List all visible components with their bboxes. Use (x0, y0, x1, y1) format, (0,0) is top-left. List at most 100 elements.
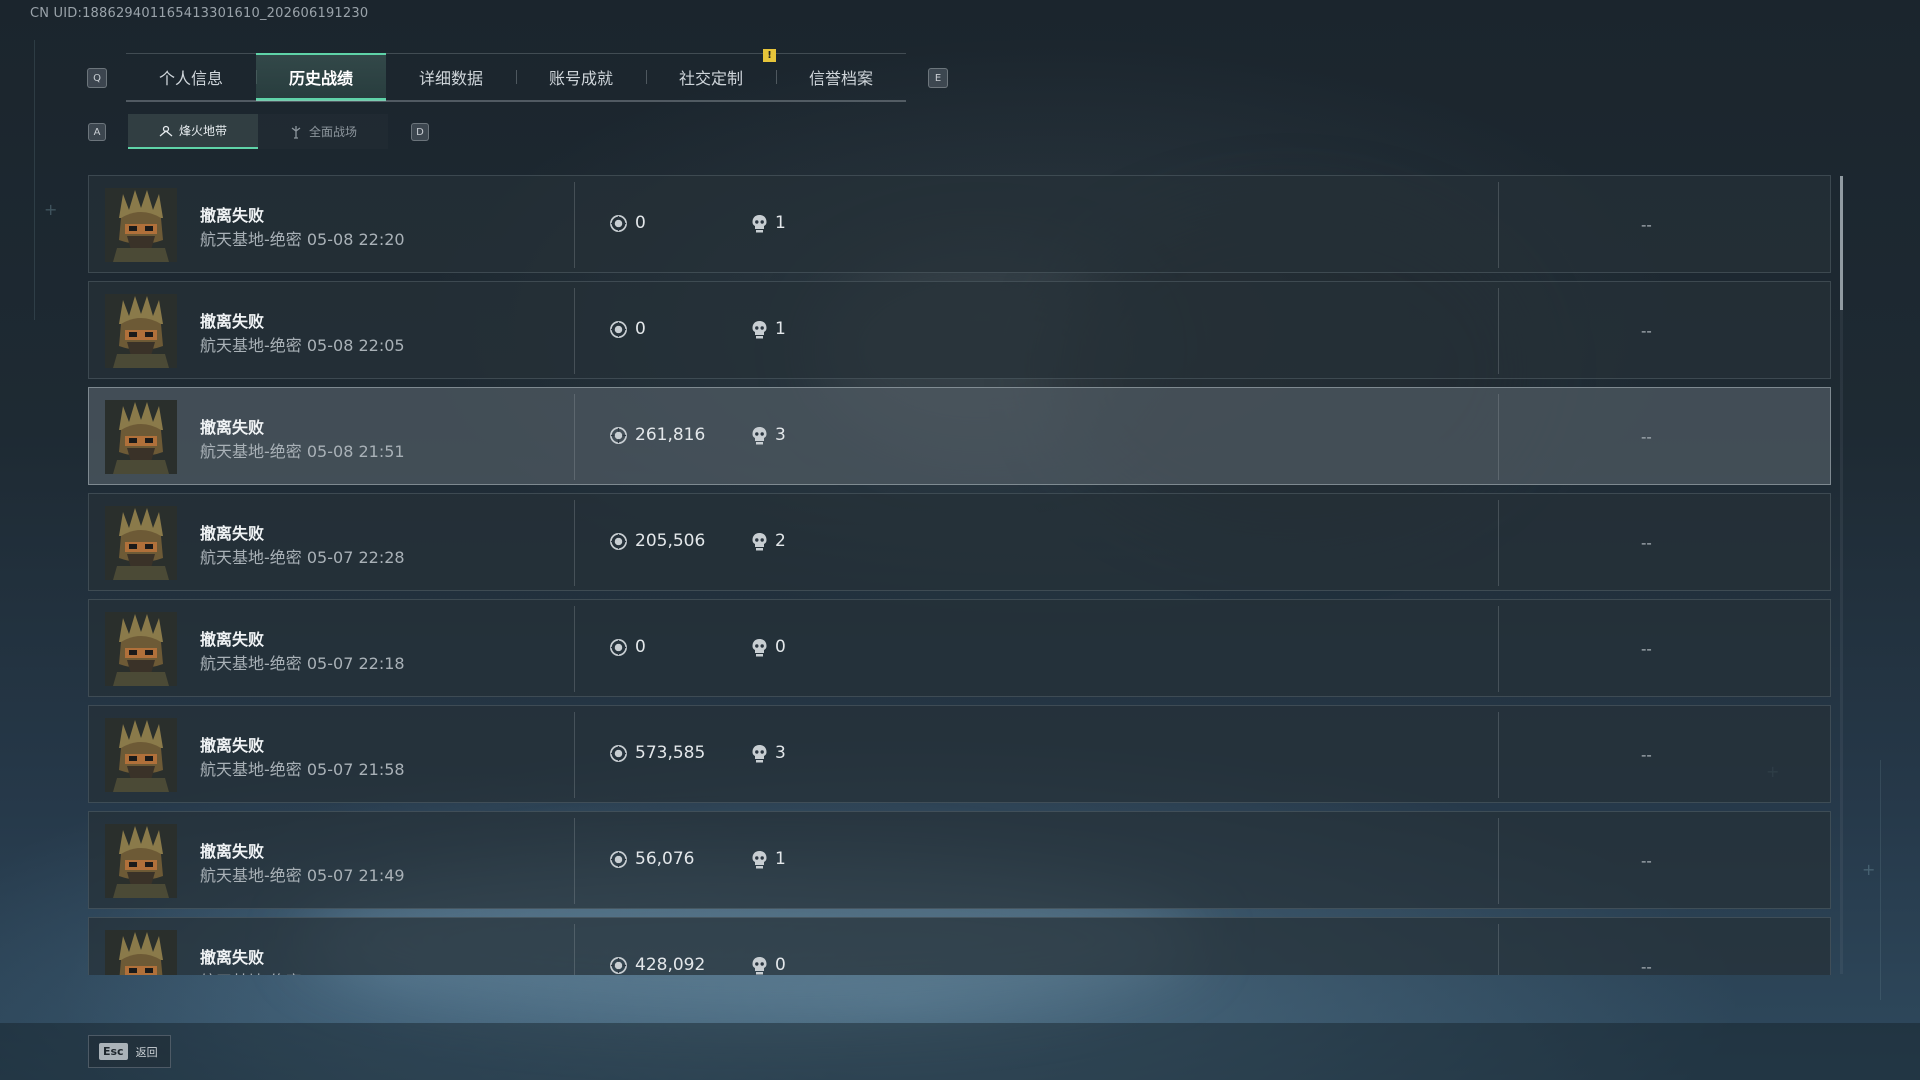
subtab-label: 全面战场 (308, 125, 357, 139)
skull-icon (752, 321, 767, 339)
match-kills: 3 (775, 425, 786, 445)
match-value: 573,585 (635, 743, 706, 763)
skull-icon (752, 533, 767, 551)
operator-avatar (105, 824, 177, 898)
match-result: 撤离失败 (200, 736, 265, 755)
operator-avatar (105, 188, 177, 262)
match-map: 航天基地-绝密 (200, 442, 302, 461)
row-divider (1498, 606, 1499, 692)
match-row[interactable]: 撤离失败 航天基地-绝密 05-08 22:20 0 1 -- (88, 175, 1831, 273)
match-value: 0 (635, 319, 646, 339)
key-hint-e: E (928, 68, 948, 88)
match-map: 航天基地-绝密 (200, 760, 302, 779)
row-divider (1498, 394, 1499, 480)
match-map-time: 航天基地-绝密 05-07 21:58 (200, 756, 405, 780)
match-kills: 0 (775, 955, 786, 975)
coin-icon (610, 215, 627, 232)
coin-icon (610, 957, 627, 974)
row-divider (1498, 288, 1499, 374)
match-kills: 1 (775, 849, 786, 869)
row-divider (574, 394, 575, 480)
match-map: 航天基地-绝密 (200, 654, 302, 673)
row-divider (574, 818, 575, 904)
operator-avatar (105, 718, 177, 792)
subtab-full-battlefield[interactable]: 全面战场 (258, 114, 388, 149)
subtab-flame-zone[interactable]: 烽火地带 (128, 114, 258, 149)
full-battlefield-icon (291, 125, 301, 139)
match-time: 05-07 22:28 (306, 548, 405, 567)
match-row[interactable]: 撤离失败 航天基地-绝密 05-07 22:28 205,506 2 -- (88, 493, 1831, 591)
match-row[interactable]: 撤离失败 航天基地-绝密 05-08 21:51 261,816 3 -- (88, 387, 1831, 485)
subtab-label: 烽火地带 (178, 124, 227, 138)
tab-match-history[interactable]: 历史战绩 (256, 53, 386, 101)
skull-icon (752, 215, 767, 233)
row-divider (1498, 818, 1499, 904)
tabbar-divider (126, 100, 906, 102)
row-divider (1498, 182, 1499, 268)
row-divider (574, 924, 575, 975)
match-map: 航天基地-绝密 (200, 548, 302, 567)
match-row[interactable]: 撤离失败 航天基地-绝密 05-07 21:38 428,092 0 -- (88, 917, 1831, 975)
match-extra: -- (1641, 534, 1652, 552)
match-result: 撤离失败 (200, 524, 265, 543)
match-map-time: 航天基地-绝密 05-07 22:18 (200, 650, 405, 674)
match-map: 航天基地-绝密 (200, 866, 302, 885)
match-value: 56,076 (635, 849, 695, 869)
skull-icon (752, 851, 767, 869)
coin-icon (610, 533, 627, 550)
operator-avatar (105, 400, 177, 474)
match-kills: 2 (775, 531, 786, 551)
match-result: 撤离失败 (200, 206, 265, 225)
operator-avatar (105, 506, 177, 580)
match-result: 撤离失败 (200, 630, 265, 649)
match-result: 撤离失败 (200, 842, 265, 861)
match-map-time: 航天基地-绝密 05-08 21:51 (200, 438, 405, 462)
player-uid: CN UID:1886294011654133016​10_2026061912… (30, 6, 369, 21)
row-divider (1498, 712, 1499, 798)
notification-badge: ! (763, 49, 776, 62)
match-row[interactable]: 撤离失败 航天基地-绝密 05-08 22:05 0 1 -- (88, 281, 1831, 379)
footer-bar (0, 1023, 1920, 1080)
match-value: 428,092 (635, 955, 706, 975)
match-row[interactable]: 撤离失败 航天基地-绝密 05-07 21:49 56,076 1 -- (88, 811, 1831, 909)
esc-key-hint: Esc (99, 1043, 128, 1060)
match-history-list[interactable]: 撤离失败 航天基地-绝密 05-08 22:20 0 1 -- 撤离失败 航天基… (88, 175, 1833, 975)
row-divider (574, 182, 575, 268)
tab-achievements[interactable]: 账号成就 (516, 53, 646, 101)
match-row[interactable]: 撤离失败 航天基地-绝密 05-07 22:18 0 0 -- (88, 599, 1831, 697)
match-map-time: 航天基地-绝密 05-07 22:28 (200, 544, 405, 568)
scrollbar-thumb[interactable] (1840, 176, 1843, 310)
match-map-time: 航天基地-绝密 05-07 21:49 (200, 862, 405, 886)
key-hint-d: D (411, 123, 429, 141)
match-kills: 3 (775, 743, 786, 763)
match-value: 205,506 (635, 531, 706, 551)
tab-credit-record[interactable]: 信誉档案 (776, 53, 906, 101)
match-time: 05-07 22:18 (306, 654, 405, 673)
key-hint-a: A (88, 123, 106, 141)
row-divider (1498, 924, 1499, 975)
match-row[interactable]: 撤离失败 航天基地-绝密 05-07 21:58 573,585 3 -- (88, 705, 1831, 803)
match-time: 05-08 22:20 (306, 230, 405, 249)
tab-social-custom[interactable]: 社交定制 (646, 53, 776, 101)
skull-icon (752, 957, 767, 975)
back-button[interactable]: Esc 返回 (88, 1035, 171, 1068)
row-divider (574, 500, 575, 586)
operator-avatar (105, 612, 177, 686)
coin-icon (610, 639, 627, 656)
match-result: 撤离失败 (200, 948, 265, 967)
match-extra: -- (1641, 640, 1652, 658)
match-map-time: 航天基地-绝密 05-08 22:20 (200, 226, 405, 250)
coin-icon (610, 745, 627, 762)
match-extra: -- (1641, 322, 1652, 340)
tab-detailed-data[interactable]: 详细数据 (386, 53, 516, 101)
match-result: 撤离失败 (200, 312, 265, 331)
match-extra: -- (1641, 428, 1652, 446)
match-extra: -- (1641, 958, 1652, 975)
row-divider (1498, 500, 1499, 586)
tab-personal-info[interactable]: 个人信息 (126, 53, 256, 101)
match-time: 05-07 21:58 (306, 760, 405, 779)
match-value: 0 (635, 637, 646, 657)
match-kills: 1 (775, 213, 786, 233)
coin-icon (610, 851, 627, 868)
skull-icon (752, 427, 767, 445)
